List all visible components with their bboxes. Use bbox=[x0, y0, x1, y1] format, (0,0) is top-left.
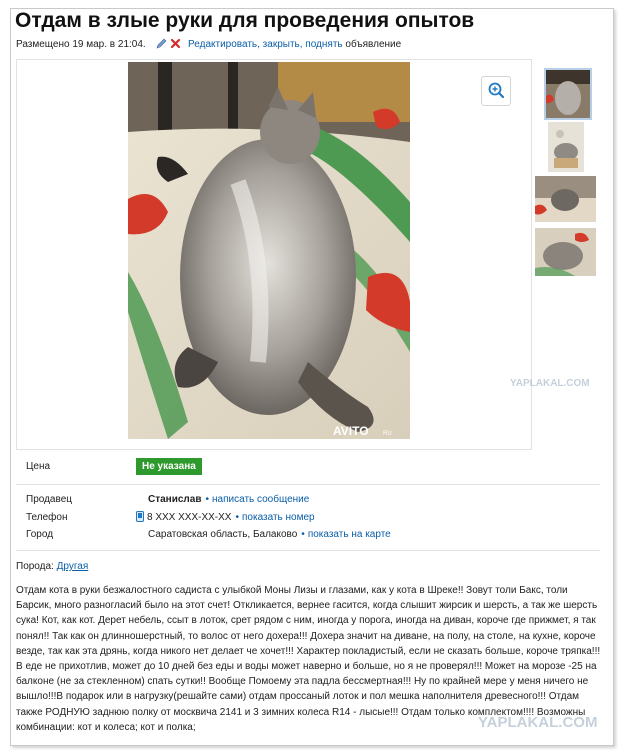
listing-meta: Размещено 19 мар. в 21:04. Редактировать… bbox=[16, 38, 401, 50]
city-value: Саратовская область, Балаково bbox=[148, 529, 298, 540]
phone-icon bbox=[136, 511, 144, 522]
breed-link[interactable]: Другая bbox=[57, 561, 89, 572]
breed-label: Порода: bbox=[16, 561, 54, 572]
listing-title: Отдам в злые руки для проведения опытов bbox=[15, 9, 475, 32]
seller-row: Станислав • написать сообщение bbox=[148, 494, 309, 505]
phone-label: Телефон bbox=[26, 512, 68, 523]
thumbnail-4[interactable] bbox=[535, 228, 596, 276]
seller-name: Станислав bbox=[148, 494, 202, 505]
delete-icon[interactable] bbox=[170, 38, 181, 49]
price-label: Цена bbox=[26, 461, 51, 472]
main-photo[interactable]: AVITO RU bbox=[128, 62, 410, 439]
city-label: Город bbox=[26, 529, 54, 540]
pencil-icon[interactable] bbox=[156, 38, 167, 49]
thumbnail-2[interactable] bbox=[548, 122, 584, 172]
posted-date: Размещено 19 мар. в 21:04. bbox=[16, 39, 146, 50]
zoom-in-icon bbox=[488, 82, 505, 99]
edit-close-raise-link[interactable]: Редактировать, закрыть, поднять bbox=[188, 39, 343, 50]
seller-label: Продавец bbox=[26, 494, 72, 505]
breed-row: Порода: Другая bbox=[16, 561, 88, 572]
avito-watermark-suffix: RU bbox=[383, 431, 392, 437]
listing-description: Отдам кота в руки безжалостного садиста … bbox=[16, 585, 601, 733]
divider-1 bbox=[16, 484, 600, 485]
site-watermark-bottom: YAPLAKAL.COM bbox=[478, 714, 598, 731]
show-on-map-link[interactable]: показать на карте bbox=[308, 529, 391, 540]
avito-watermark: AVITO bbox=[333, 424, 369, 438]
price-badge: Не указана bbox=[136, 458, 202, 475]
thumbnail-3[interactable] bbox=[535, 176, 596, 222]
bullet-icon: • bbox=[205, 494, 210, 505]
bullet-icon: • bbox=[301, 529, 305, 540]
show-number-link[interactable]: показать номер bbox=[242, 512, 315, 523]
zoom-button[interactable] bbox=[481, 76, 511, 106]
thumbnail-1[interactable] bbox=[544, 68, 592, 120]
phone-row: 8 XXX XXX-XX-XX • показать номер bbox=[136, 511, 315, 523]
divider-2 bbox=[16, 550, 600, 551]
phone-number: 8 XXX XXX-XX-XX bbox=[147, 512, 232, 523]
site-watermark-mid: YAPLAKAL.COM bbox=[510, 378, 590, 389]
actions-suffix: объявление bbox=[345, 39, 402, 50]
bullet-icon: • bbox=[235, 512, 239, 523]
city-row: Саратовская область, Балаково • показать н… bbox=[148, 529, 391, 540]
write-message-link[interactable]: написать сообщение bbox=[212, 494, 309, 505]
